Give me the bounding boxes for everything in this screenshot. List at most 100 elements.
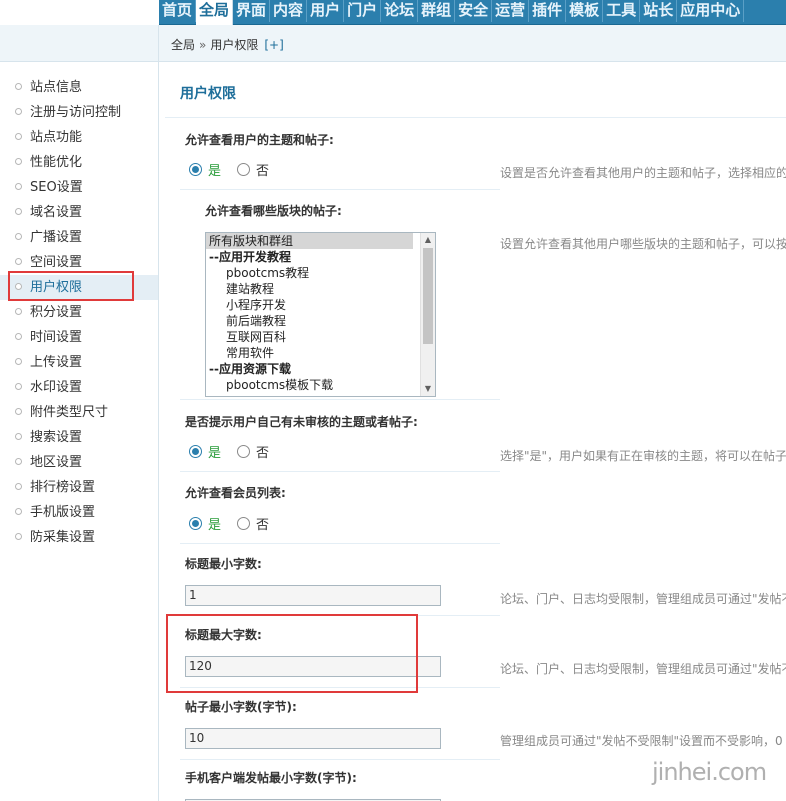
setting-label: 手机客户端发帖最小字数(字节): [185, 771, 357, 785]
sidebar-menu: 站点信息 注册与访问控制 站点功能 性能优化 SEO设置 域名设置 广播设置 空… [0, 75, 158, 550]
bullet-icon [15, 158, 22, 165]
setting-label: 帖子最小字数(字节): [185, 700, 297, 714]
radio-yes[interactable]: 是 [189, 514, 221, 533]
setting-description: 选择"是"，用户如果有正在审核的主题，将可以在帖子 [500, 449, 786, 463]
bullet-icon [15, 508, 22, 515]
bullet-icon [15, 383, 22, 390]
setting-notify-unaudited: 是否提示用户自己有未审核的主题或者帖子: 是 否 选择"是"，用户如果有正在审核… [165, 400, 786, 472]
forum-group-option[interactable]: --应用开发教程 [206, 249, 435, 265]
bullet-icon [15, 258, 22, 265]
radio-checked-icon [189, 163, 202, 176]
setting-label: 是否提示用户自己有未审核的主题或者帖子: [185, 415, 418, 429]
forum-option[interactable]: 常用软件 [206, 345, 435, 361]
sidebar-item-search[interactable]: 搜索设置 [0, 425, 158, 450]
sidebar-item-seo[interactable]: SEO设置 [0, 175, 158, 200]
setting-view-forums: 允许查看哪些版块的帖子: 设置允许查看其他用户哪些版块的主题和帖子，可以按 所有… [165, 190, 786, 400]
top-nav-tabs: 首页 全局 界面 内容 用户 门户 论坛 群组 安全 运营 插件 模板 工具 站… [159, 0, 745, 25]
title-min-input[interactable]: 1 [185, 585, 441, 606]
forum-option[interactable]: 小程序开发 [206, 297, 435, 313]
setting-description: 管理组成员可通过"发帖不受限制"设置而不受影响，0 [500, 734, 783, 748]
tab-global[interactable]: 全局 [196, 0, 234, 25]
page-title: 用户权限 [180, 86, 236, 102]
forum-option[interactable]: pbootcms教程 [206, 265, 435, 281]
tab-interface[interactable]: 界面 [233, 0, 271, 22]
listbox-scrollbar[interactable]: ▲ ▼ [420, 233, 435, 396]
scrollbar-thumb[interactable] [423, 248, 433, 344]
bullet-icon [15, 333, 22, 340]
radio-unchecked-icon [237, 163, 250, 176]
tab-webmaster[interactable]: 站长 [640, 0, 678, 22]
tab-security[interactable]: 安全 [455, 0, 493, 22]
radio-no[interactable]: 否 [237, 160, 269, 179]
setting-label: 标题最小字数: [185, 557, 262, 571]
scroll-down-arrow-icon[interactable]: ▼ [421, 382, 435, 396]
bullet-icon [15, 533, 22, 540]
radio-no[interactable]: 否 [237, 442, 269, 461]
forum-option[interactable]: 建站教程 [206, 281, 435, 297]
tab-content[interactable]: 内容 [270, 0, 308, 22]
setting-view-threads: 允许查看用户的主题和帖子: 是 否 设置是否允许查看其他用户的主题和帖子，选择相… [165, 118, 786, 190]
forum-group-option[interactable]: --应用资源下载 [206, 361, 435, 377]
tab-portal[interactable]: 门户 [344, 0, 382, 22]
top-navigation: 首页 全局 界面 内容 用户 门户 论坛 群组 安全 运营 插件 模板 工具 站… [0, 0, 786, 25]
setting-label: 允许查看哪些版块的帖子: [205, 204, 342, 218]
breadcrumb-separator: » [199, 38, 207, 52]
bullet-icon [15, 358, 22, 365]
sidebar-item-attachment-types[interactable]: 附件类型尺寸 [0, 400, 158, 425]
forum-option[interactable]: 所有版块和群组 [206, 233, 413, 249]
sidebar-item-domain[interactable]: 域名设置 [0, 200, 158, 225]
forum-option[interactable]: 互联网百科 [206, 329, 435, 345]
sidebar-item-performance[interactable]: 性能优化 [0, 150, 158, 175]
sidebar-item-site-features[interactable]: 站点功能 [0, 125, 158, 150]
bullet-icon [15, 483, 22, 490]
radio-checked-icon [189, 445, 202, 458]
forum-option[interactable]: 前后端教程 [206, 313, 435, 329]
post-min-input[interactable]: 10 [185, 728, 441, 749]
tab-users[interactable]: 用户 [307, 0, 345, 22]
bullet-icon [15, 133, 22, 140]
setting-label: 允许查看会员列表: [185, 486, 286, 500]
add-to-favorites-button[interactable]: [+] [264, 38, 283, 52]
bullet-icon [15, 183, 22, 190]
sidebar-item-watermark[interactable]: 水印设置 [0, 375, 158, 400]
sidebar-item-anti-scraping[interactable]: 防采集设置 [0, 525, 158, 550]
setting-description: 设置是否允许查看其他用户的主题和帖子，选择相应的 [500, 166, 786, 180]
bullet-icon [15, 83, 22, 90]
setting-description: 论坛、门户、日志均受限制，管理组成员可通过"发帖不 [500, 662, 786, 676]
watermark-logo: jinhei.com [652, 758, 767, 786]
scroll-up-arrow-icon[interactable]: ▲ [421, 233, 435, 247]
tab-home[interactable]: 首页 [159, 0, 197, 22]
tab-operations[interactable]: 运营 [492, 0, 530, 22]
bullet-icon [15, 458, 22, 465]
breadcrumb-root[interactable]: 全局 [171, 38, 195, 52]
sidebar-item-upload[interactable]: 上传设置 [0, 350, 158, 375]
sidebar-item-mobile[interactable]: 手机版设置 [0, 500, 158, 525]
sidebar-item-credits[interactable]: 积分设置 [0, 300, 158, 325]
bullet-icon [15, 408, 22, 415]
tab-templates[interactable]: 模板 [566, 0, 604, 22]
radio-checked-icon [189, 517, 202, 530]
tab-groups[interactable]: 群组 [418, 0, 456, 22]
sidebar-item-site-info[interactable]: 站点信息 [0, 75, 158, 100]
tab-forum[interactable]: 论坛 [381, 0, 419, 22]
sidebar-item-region[interactable]: 地区设置 [0, 450, 158, 475]
tab-plugins[interactable]: 插件 [529, 0, 567, 22]
bullet-icon [15, 208, 22, 215]
breadcrumb: 全局 » 用户权限 [+] [159, 25, 786, 62]
setting-description: 论坛、门户、日志均受限制，管理组成员可通过"发帖不 [500, 592, 786, 606]
tab-app-center[interactable]: 应用中心 [677, 0, 745, 22]
radio-no[interactable]: 否 [237, 514, 269, 533]
sidebar-item-ranking[interactable]: 排行榜设置 [0, 475, 158, 500]
radio-yes[interactable]: 是 [189, 442, 221, 461]
setting-view-memberlist: 允许查看会员列表: 是 否 [165, 472, 786, 544]
radio-yes[interactable]: 是 [189, 160, 221, 179]
sidebar-item-time[interactable]: 时间设置 [0, 325, 158, 350]
forum-multiselect[interactable]: 所有版块和群组 --应用开发教程 pbootcms教程 建站教程 小程序开发 前… [205, 232, 436, 397]
tab-tools[interactable]: 工具 [603, 0, 641, 22]
bullet-icon [15, 308, 22, 315]
forum-option[interactable]: pbootcms模板下载 [206, 377, 435, 393]
sidebar-item-register-access[interactable]: 注册与访问控制 [0, 100, 158, 125]
sidebar: 站点信息 注册与访问控制 站点功能 性能优化 SEO设置 域名设置 广播设置 空… [0, 0, 159, 801]
sidebar-item-broadcast[interactable]: 广播设置 [0, 225, 158, 250]
setting-post-min: 帖子最小字数(字节): 10 管理组成员可通过"发帖不受限制"设置而不受影响，0 [165, 688, 786, 760]
